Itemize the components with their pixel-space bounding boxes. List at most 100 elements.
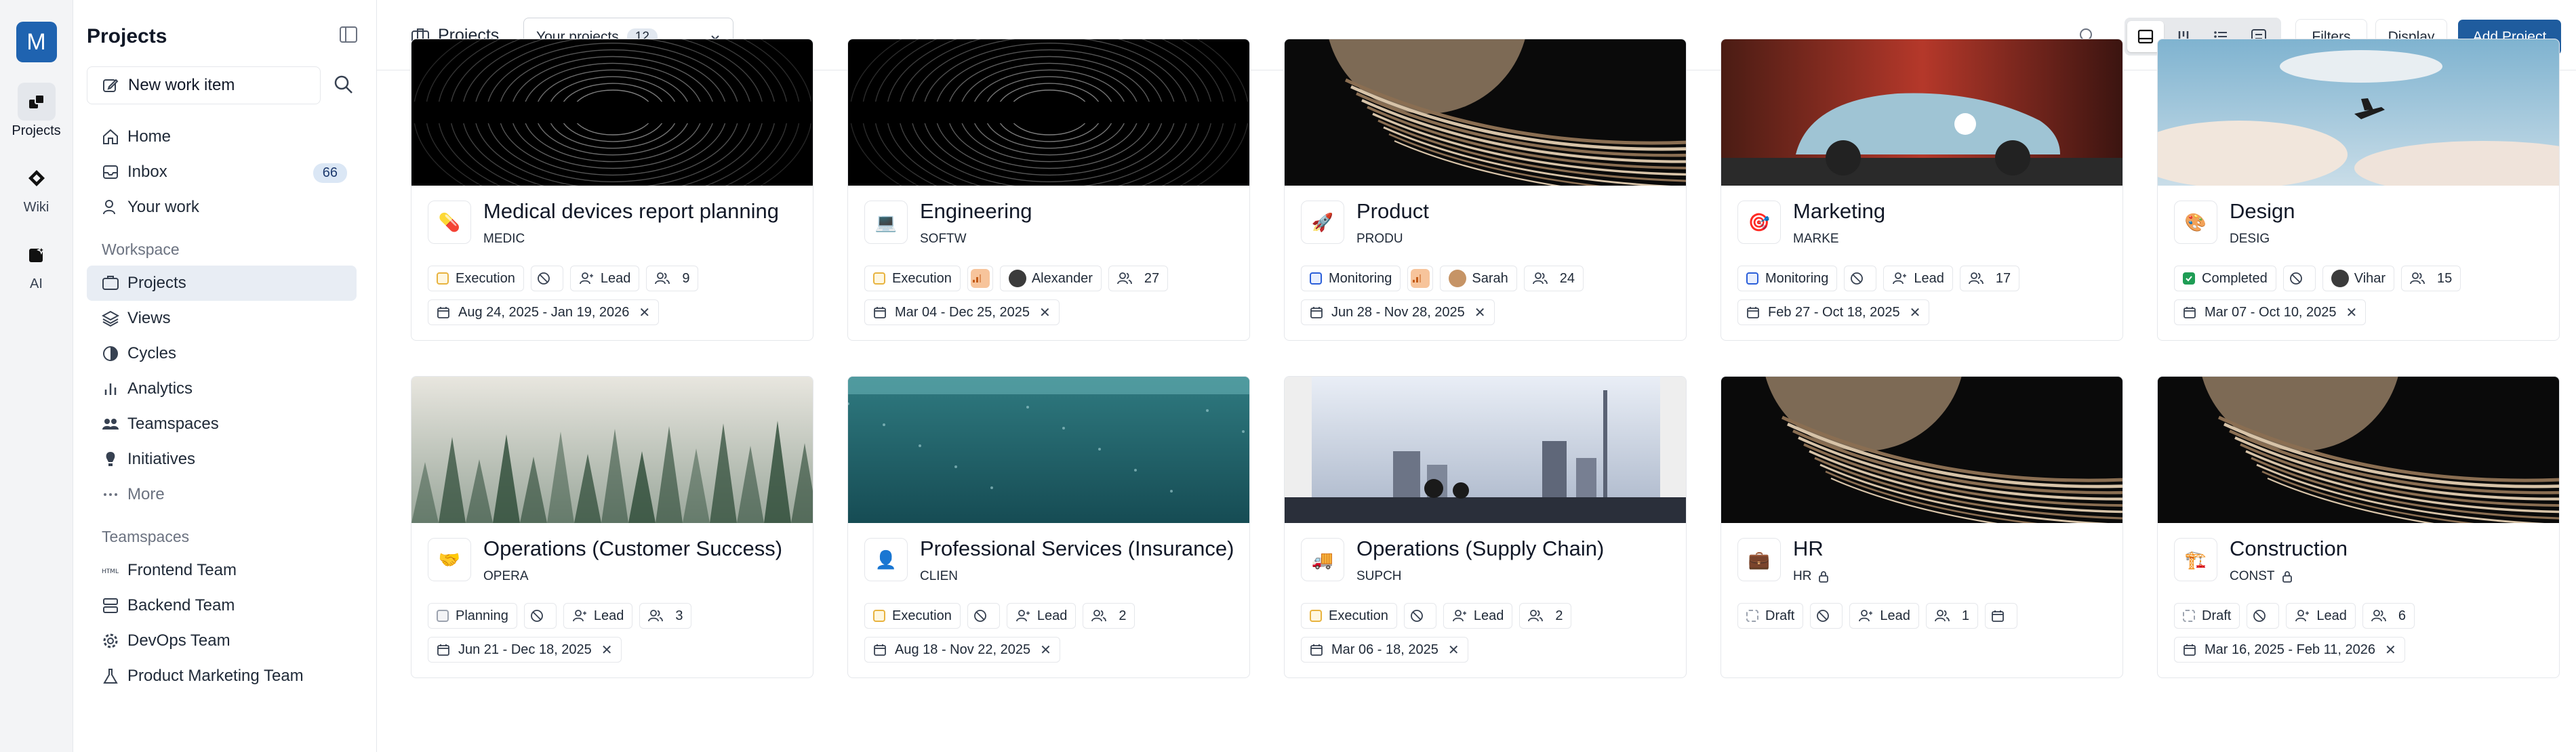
priority-chip[interactable] — [1810, 603, 1843, 629]
priority-chip[interactable] — [523, 603, 557, 629]
members-chip[interactable]: 27 — [1108, 266, 1169, 291]
rail-item-projects[interactable]: Projects — [6, 83, 67, 139]
project-name[interactable]: Professional Services (Insurance) — [920, 537, 1234, 561]
sidebar-item-more[interactable]: More — [87, 477, 357, 512]
sidebar-collapse-icon[interactable] — [339, 26, 358, 43]
lead-chip[interactable]: Lead — [1443, 603, 1513, 629]
date-range-chip[interactable]: Jun 21 - Dec 18, 2025 ✕ — [428, 637, 622, 663]
sidebar-item-views[interactable]: Views — [87, 301, 357, 336]
lead-chip[interactable]: Alexander — [999, 266, 1102, 291]
lead-chip[interactable]: Lead — [563, 603, 633, 629]
state-chip[interactable]: Draft — [2174, 603, 2240, 629]
project-name[interactable]: Product — [1356, 199, 1429, 224]
clear-dates-icon[interactable]: ✕ — [2346, 304, 2358, 321]
lead-chip[interactable]: Lead — [569, 266, 640, 291]
sidebar-item-home[interactable]: Home — [87, 119, 357, 154]
state-chip[interactable]: Planning — [428, 603, 517, 629]
clear-dates-icon[interactable]: ✕ — [1040, 642, 1051, 659]
state-chip[interactable]: Monitoring — [1301, 266, 1401, 291]
clear-dates-icon[interactable]: ✕ — [1474, 304, 1486, 321]
date-range-chip[interactable]: Aug 18 - Nov 22, 2025 ✕ — [864, 637, 1060, 663]
sidebar-item-frontend-team[interactable]: HTML Frontend Team — [87, 553, 357, 588]
project-card[interactable]: 💻 Engineering SOFTW Execution Alexander … — [847, 39, 1250, 341]
sidebar-item-analytics[interactable]: Analytics — [87, 371, 357, 406]
sidebar-item-product-marketing-team[interactable]: Product Marketing Team — [87, 659, 357, 694]
sidebar-item-cycles[interactable]: Cycles — [87, 336, 357, 371]
priority-chip[interactable] — [530, 266, 563, 291]
state-chip[interactable]: Execution — [864, 603, 961, 629]
date-range-chip[interactable]: Aug 24, 2025 - Jan 19, 2026 ✕ — [428, 299, 660, 325]
project-name[interactable]: Construction — [2230, 537, 2348, 561]
date-range-chip[interactable]: Mar 16, 2025 - Feb 11, 2026 ✕ — [2174, 637, 2405, 663]
new-work-item-button[interactable]: New work item — [87, 66, 321, 104]
date-range-chip[interactable]: Mar 04 - Dec 25, 2025 ✕ — [864, 299, 1060, 325]
state-chip[interactable]: Completed — [2174, 266, 2276, 291]
members-chip[interactable]: 6 — [2362, 603, 2415, 629]
sidebar-item-initiatives[interactable]: Initiatives — [87, 442, 357, 477]
project-name[interactable]: Medical devices report planning — [483, 199, 779, 224]
priority-chip[interactable] — [1403, 603, 1436, 629]
members-chip[interactable]: 2 — [1519, 603, 1572, 629]
priority-chip[interactable] — [1407, 266, 1434, 291]
clear-dates-icon[interactable]: ✕ — [639, 304, 650, 321]
workspace-avatar[interactable]: M — [16, 22, 57, 62]
project-name[interactable]: Design — [2230, 199, 2295, 224]
state-chip[interactable]: Execution — [1301, 603, 1397, 629]
rail-item-ai[interactable]: AI — [6, 236, 67, 292]
project-card[interactable]: 💊 Medical devices report planning MEDIC … — [411, 39, 813, 341]
project-card[interactable]: 🎯 Marketing MARKE Monitoring Lead 17 Feb… — [1720, 39, 2123, 341]
date-range-chip[interactable]: Feb 27 - Oct 18, 2025 ✕ — [1737, 299, 1930, 325]
lead-chip[interactable]: Lead — [1849, 603, 1919, 629]
priority-chip[interactable] — [2282, 266, 2316, 291]
date-chip[interactable] — [1984, 603, 2017, 629]
project-card[interactable]: 💼 HR HR Draft Lead 1 — [1720, 376, 2123, 678]
sidebar-item-inbox[interactable]: Inbox 66 — [87, 154, 357, 190]
members-chip[interactable]: 15 — [2401, 266, 2461, 291]
lead-chip[interactable]: Lead — [2286, 603, 2356, 629]
date-range-chip[interactable]: Mar 06 - 18, 2025 ✕ — [1301, 637, 1468, 663]
members-chip[interactable]: 2 — [1083, 603, 1135, 629]
state-chip[interactable]: Draft — [1737, 603, 1804, 629]
date-range-chip[interactable]: Mar 07 - Oct 10, 2025 ✕ — [2174, 299, 2367, 325]
priority-chip[interactable] — [967, 266, 993, 291]
priority-chip[interactable] — [967, 603, 1000, 629]
date-range-chip[interactable]: Jun 28 - Nov 28, 2025 ✕ — [1301, 299, 1495, 325]
members-chip[interactable]: 3 — [639, 603, 692, 629]
sidebar-item-teamspaces[interactable]: Teamspaces — [87, 406, 357, 442]
clear-dates-icon[interactable]: ✕ — [601, 642, 613, 659]
lead-chip[interactable]: Sarah — [1440, 266, 1517, 291]
project-name[interactable]: HR — [1793, 537, 1824, 561]
sidebar-item-backend-team[interactable]: Backend Team — [87, 588, 357, 623]
project-card[interactable]: 👤 Professional Services (Insurance) CLIE… — [847, 376, 1250, 678]
lead-chip[interactable]: Lead — [1883, 266, 1953, 291]
clear-dates-icon[interactable]: ✕ — [2385, 642, 2396, 659]
members-chip[interactable]: 1 — [1925, 603, 1978, 629]
state-chip[interactable]: Monitoring — [1737, 266, 1838, 291]
members-chip[interactable]: 17 — [1959, 266, 2020, 291]
project-card[interactable]: 🚚 Operations (Supply Chain) SUPCH Execut… — [1284, 376, 1687, 678]
sidebar-item-your-work[interactable]: Your work — [87, 190, 357, 225]
priority-chip[interactable] — [1844, 266, 1877, 291]
priority-chip[interactable] — [2247, 603, 2280, 629]
state-chip[interactable]: Execution — [864, 266, 961, 291]
project-card[interactable]: 🎨 Design DESIG Completed Vihar 15 Mar 07… — [2157, 39, 2560, 341]
project-name[interactable]: Marketing — [1793, 199, 1885, 224]
members-chip[interactable]: 9 — [646, 266, 699, 291]
lead-chip[interactable]: Vihar — [2322, 266, 2395, 291]
clear-dates-icon[interactable]: ✕ — [1448, 642, 1460, 659]
project-name[interactable]: Engineering — [920, 199, 1032, 224]
state-chip[interactable]: Execution — [428, 266, 524, 291]
rail-item-wiki[interactable]: Wiki — [6, 159, 67, 215]
project-card[interactable]: 🤝 Operations (Customer Success) OPERA Pl… — [411, 376, 813, 678]
project-card[interactable]: 🚀 Product PRODU Monitoring Sarah 24 Jun … — [1284, 39, 1687, 341]
members-chip[interactable]: 24 — [1523, 266, 1584, 291]
project-name[interactable]: Operations (Customer Success) — [483, 537, 782, 561]
project-name[interactable]: Operations (Supply Chain) — [1356, 537, 1604, 561]
sidebar-search-icon[interactable] — [334, 75, 354, 98]
sidebar-item-devops-team[interactable]: DevOps Team — [87, 623, 357, 659]
clear-dates-icon[interactable]: ✕ — [1910, 304, 1921, 321]
lead-chip[interactable]: Lead — [1006, 603, 1076, 629]
sidebar-item-projects[interactable]: Projects — [87, 266, 357, 301]
clear-dates-icon[interactable]: ✕ — [1039, 304, 1051, 321]
project-card[interactable]: 🏗️ Construction CONST Draft Lead 6 Mar 1… — [2157, 376, 2560, 678]
